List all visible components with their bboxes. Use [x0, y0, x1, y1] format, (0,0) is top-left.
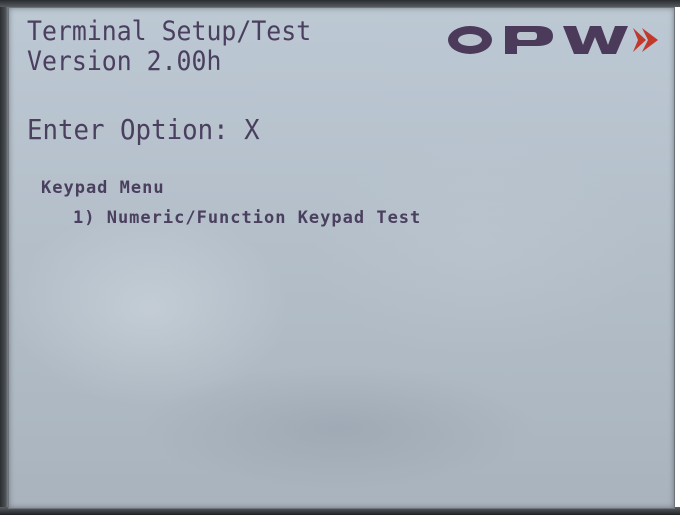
- lcd-screen: Terminal Setup/Test Version 2.00h Enter …: [8, 7, 675, 509]
- menu-title: Keypad Menu: [41, 178, 165, 198]
- menu-item-keypad-test[interactable]: 1) Numeric/Function Keypad Test: [73, 208, 421, 228]
- bezel-edge-top: [0, 0, 680, 7]
- option-prompt[interactable]: Enter Option: X: [27, 115, 260, 145]
- opw-logo: [448, 26, 658, 54]
- screen-title: Terminal Setup/Test: [27, 16, 312, 47]
- opw-logo-letters: [448, 26, 628, 54]
- opw-arrow-icon: [633, 28, 658, 52]
- version-label: Version 2.00h: [27, 46, 222, 77]
